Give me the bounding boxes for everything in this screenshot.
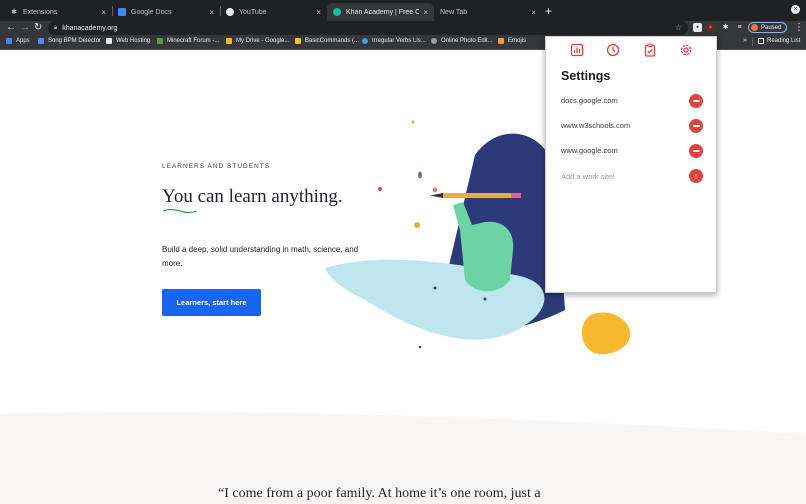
bookmark-apps[interactable]: Apps bbox=[6, 38, 30, 44]
gear-icon[interactable] bbox=[679, 43, 693, 57]
browser-toolbar: ← → ↻ 🔒︎ khanacademy.org ☆ ▪ ● ✱ ≡ Pause… bbox=[0, 21, 806, 35]
tab-title: YouTube bbox=[239, 8, 267, 16]
squiggle-underline-icon bbox=[162, 208, 198, 214]
yellow-blob-shape bbox=[581, 312, 631, 355]
bookmark-label: Irregular Verbs Lis... bbox=[372, 38, 426, 44]
site-favicon-icon bbox=[106, 38, 112, 44]
site-favicon-icon bbox=[362, 38, 368, 44]
address-url: khanacademy.org bbox=[62, 24, 118, 32]
clipboard-icon[interactable] bbox=[643, 43, 657, 57]
reading-list-label: Reading List bbox=[767, 38, 801, 44]
lock-icon: 🔒︎ bbox=[54, 24, 58, 31]
popup-title: Settings bbox=[561, 69, 611, 83]
learners-start-button[interactable]: Learners, start here bbox=[162, 289, 261, 316]
work-site-name: docs.google.com bbox=[561, 96, 618, 105]
bookmark-label: Song BPM Detector bbox=[48, 38, 102, 44]
tab-google-docs[interactable]: Google Docs × bbox=[112, 3, 220, 21]
arrow-up-icon: ↑ bbox=[693, 171, 699, 181]
tab-new-tab[interactable]: New Tab × bbox=[434, 3, 542, 21]
extension-popup: Settings docs.google.com www.w3schools.c… bbox=[545, 36, 717, 293]
google-docs-icon bbox=[118, 8, 126, 16]
bookmark-online-photo-editor[interactable]: Online Photo Edit... bbox=[431, 38, 493, 44]
bookmark-song-bpm[interactable]: Song BPM Detector bbox=[38, 38, 101, 44]
reading-list-button[interactable]: Reading List bbox=[758, 38, 800, 44]
bookmark-label: BasicCommands (... bbox=[305, 38, 360, 44]
bookmark-label: My Drive - Google... bbox=[236, 38, 290, 44]
tab-title: Google Docs bbox=[131, 8, 172, 16]
tab-title: Khan Academy | Free Online C bbox=[346, 8, 420, 16]
work-site-name: www.w3schools.com bbox=[561, 121, 631, 130]
window-close-icon[interactable]: × bbox=[791, 5, 800, 14]
work-site-row: www.google.com bbox=[561, 144, 703, 158]
site-favicon-icon bbox=[498, 38, 504, 44]
minus-icon bbox=[692, 125, 700, 127]
avatar bbox=[751, 24, 758, 31]
bookmarks-overflow-button[interactable]: » bbox=[743, 37, 747, 44]
minus-icon bbox=[692, 150, 700, 152]
khan-academy-icon bbox=[333, 8, 341, 16]
bookmarks-divider bbox=[752, 38, 753, 46]
work-site-row: www.w3schools.com bbox=[561, 119, 703, 133]
close-tab-icon[interactable]: × bbox=[316, 8, 321, 17]
eyebrow-label: LEARNERS AND STUDENTS bbox=[162, 163, 271, 170]
reading-list-icon bbox=[758, 38, 764, 44]
chart-icon[interactable] bbox=[570, 43, 584, 57]
tab-strip: ✱ Extensions × Google Docs × YouTube × K… bbox=[0, 0, 806, 21]
site-favicon-icon bbox=[38, 38, 44, 44]
bookmark-web-hosting[interactable]: Web Hosting bbox=[106, 38, 150, 44]
work-site-name: www.google.com bbox=[561, 146, 618, 155]
close-tab-icon[interactable]: × bbox=[423, 8, 428, 17]
focus-extension-icon[interactable]: ● bbox=[706, 23, 715, 32]
back-arrow-icon[interactable]: ← bbox=[6, 22, 16, 33]
testimonial-quote: “I come from a poor family. At home it’s… bbox=[218, 486, 541, 501]
bookmark-label: Online Photo Edit... bbox=[441, 38, 493, 44]
tab-title: New Tab bbox=[440, 8, 468, 16]
forward-arrow-icon[interactable]: → bbox=[20, 22, 30, 33]
google-drive-icon bbox=[226, 38, 232, 44]
bookmark-label: Emojis bbox=[508, 38, 527, 44]
pencil-icon bbox=[443, 193, 518, 198]
close-tab-icon[interactable]: × bbox=[209, 8, 214, 17]
bookmark-my-drive[interactable]: My Drive - Google... bbox=[226, 38, 289, 44]
close-tab-icon[interactable]: × bbox=[531, 8, 536, 17]
bookmark-irregular-verbs[interactable]: Irregular Verbs Lis... bbox=[362, 38, 426, 44]
apps-grid-icon bbox=[6, 38, 12, 44]
close-tab-icon[interactable]: × bbox=[101, 8, 106, 17]
bookmark-emojis[interactable]: Emojis bbox=[498, 38, 526, 44]
extension-icon[interactable]: ▪ bbox=[693, 23, 702, 32]
site-favicon-icon bbox=[295, 38, 301, 44]
profile-button[interactable]: Paused bbox=[748, 22, 788, 33]
site-favicon-icon bbox=[431, 38, 437, 44]
new-tab-button[interactable]: + bbox=[545, 4, 552, 18]
tab-youtube[interactable]: YouTube × bbox=[220, 3, 327, 21]
bookmark-label: Apps bbox=[16, 38, 30, 44]
reload-icon[interactable]: ↻ bbox=[34, 22, 42, 33]
work-site-row: docs.google.com bbox=[561, 94, 703, 108]
media-queue-icon[interactable]: ≡ bbox=[735, 23, 744, 32]
minus-icon bbox=[692, 100, 700, 102]
address-bar[interactable]: 🔒︎ khanacademy.org ☆ bbox=[48, 21, 688, 35]
google-icon bbox=[226, 8, 234, 16]
bookmark-basic-commands[interactable]: BasicCommands (... bbox=[295, 38, 359, 44]
remove-site-button[interactable] bbox=[689, 119, 703, 133]
remove-site-button[interactable] bbox=[689, 94, 703, 108]
bookmark-minecraft-forum[interactable]: Minecraft Forum -... bbox=[157, 38, 219, 44]
add-site-input[interactable] bbox=[561, 169, 671, 183]
kebab-menu-icon[interactable]: ⋮ bbox=[794, 22, 804, 33]
add-site-row: ↑ bbox=[561, 169, 703, 183]
tab-extensions[interactable]: ✱ Extensions × bbox=[4, 3, 112, 21]
bookmark-label: Web Hosting bbox=[116, 38, 151, 44]
puzzle-icon[interactable]: ✱ bbox=[721, 23, 730, 32]
tab-khan-academy[interactable]: Khan Academy | Free Online C × bbox=[327, 3, 434, 21]
bookmark-star-icon[interactable]: ☆ bbox=[675, 23, 682, 32]
remove-site-button[interactable] bbox=[689, 144, 703, 158]
puzzle-icon: ✱ bbox=[11, 9, 17, 16]
site-favicon-icon bbox=[157, 38, 163, 44]
tab-title: Extensions bbox=[23, 8, 58, 16]
clock-icon[interactable] bbox=[606, 43, 620, 57]
add-site-button[interactable]: ↑ bbox=[689, 169, 703, 183]
popup-tab-bar bbox=[546, 43, 716, 57]
bookmark-label: Minecraft Forum -... bbox=[167, 38, 220, 44]
profile-status: Paused bbox=[761, 24, 782, 31]
